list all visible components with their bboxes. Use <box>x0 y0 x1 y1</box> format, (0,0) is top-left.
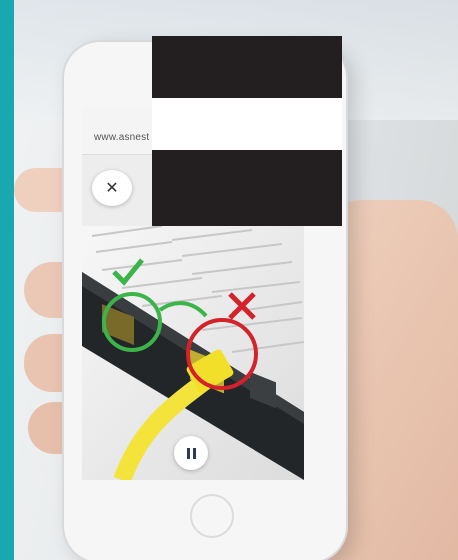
photo-scene: www.asnest ✕ <box>0 0 458 560</box>
close-icon: ✕ <box>105 180 119 197</box>
redaction-block-top <box>152 36 342 98</box>
pause-button[interactable] <box>174 436 208 470</box>
redaction-block-bottom <box>152 150 342 226</box>
pause-icon-bar-left <box>186 447 190 459</box>
accent-bar <box>0 0 14 560</box>
close-button[interactable]: ✕ <box>92 170 132 206</box>
redaction-block-middle <box>152 98 342 150</box>
url-text: www.asnest <box>94 132 150 143</box>
pause-icon-bar-right <box>192 447 196 459</box>
phone-home-area <box>190 494 234 538</box>
